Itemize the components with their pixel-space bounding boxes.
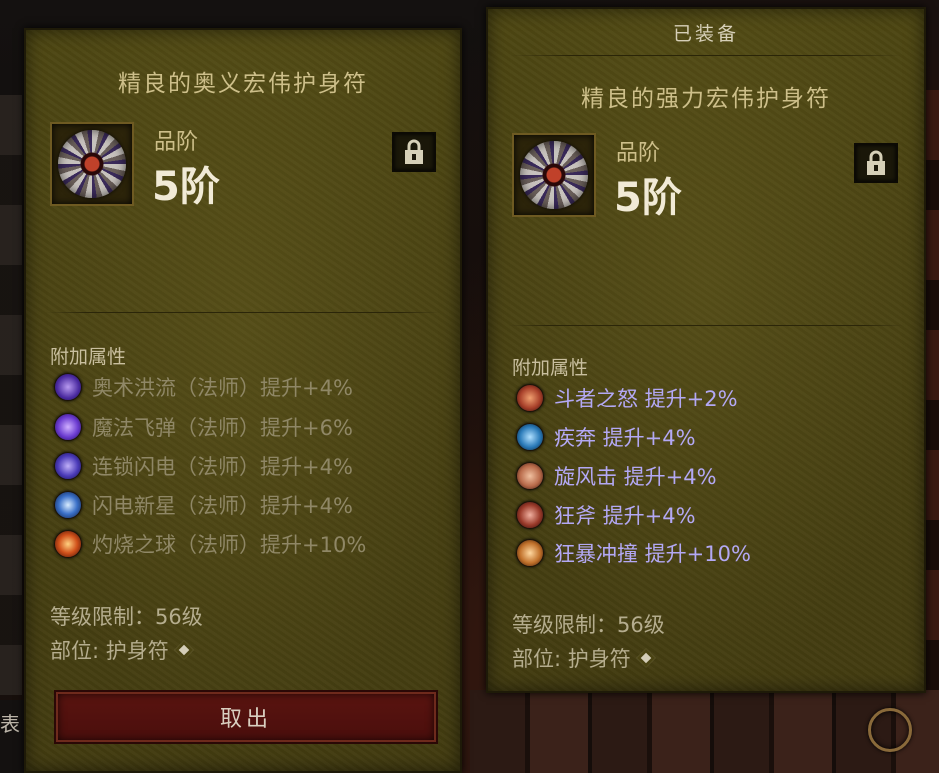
attribute-text: 灼烧之球（法师）提升+10% bbox=[92, 533, 367, 557]
equipped-label: 已装备 bbox=[672, 23, 739, 45]
attribute-row: 闪电新星（法师）提升+4% bbox=[54, 488, 353, 522]
rank-label: 品阶 bbox=[154, 130, 199, 155]
attribute-text: 狂暴冲撞 提升+10% bbox=[554, 542, 751, 566]
rank-value: 5阶 bbox=[614, 175, 682, 221]
item-icon-frame bbox=[50, 122, 134, 206]
magic-missile-icon bbox=[54, 413, 82, 441]
item-title: 精良的强力宏伟护身符 bbox=[581, 86, 831, 112]
arcane-torrent-icon bbox=[54, 373, 82, 401]
whirlwind-icon bbox=[516, 462, 544, 490]
slot-text: 部位: 护身符 bbox=[50, 639, 169, 663]
attribute-text: 魔法飞弹（法师）提升+6% bbox=[92, 416, 353, 440]
lock-button[interactable] bbox=[854, 143, 898, 183]
sprint-icon bbox=[516, 423, 544, 451]
game-scene: 表 精良的奥义宏伟护身符 品阶 5阶 附加属性 奥术洪流（法师）提升+4% 魔法… bbox=[0, 0, 939, 773]
slot-line: 部位: 护身符 bbox=[50, 635, 194, 665]
attribute-row: 狂斧 提升+4% bbox=[516, 498, 696, 532]
amulet-icon bbox=[520, 141, 588, 209]
attributes-label: 附加属性 bbox=[512, 357, 589, 379]
item-icon-frame bbox=[512, 133, 596, 217]
slot-text: 部位: 护身符 bbox=[512, 647, 631, 671]
chain-lightning-icon bbox=[54, 452, 82, 480]
amulet-slot-icon bbox=[174, 640, 194, 660]
attribute-text: 疾奔 提升+4% bbox=[554, 426, 696, 450]
attribute-row: 灼烧之球（法师）提升+10% bbox=[54, 527, 366, 561]
item-tooltip-candidate: 精良的奥义宏伟护身符 品阶 5阶 附加属性 奥术洪流（法师）提升+4% 魔法飞弹… bbox=[24, 28, 462, 773]
rank-label: 品阶 bbox=[616, 141, 661, 166]
attribute-text: 狂斧 提升+4% bbox=[554, 504, 696, 528]
background-tab-text: 表 bbox=[0, 712, 20, 736]
section-divider bbox=[46, 312, 440, 313]
amulet-icon bbox=[58, 130, 126, 198]
attribute-text: 闪电新星（法师）提升+4% bbox=[92, 494, 353, 518]
attribute-row: 斗者之怒 提升+2% bbox=[516, 381, 738, 415]
attribute-row: 疾奔 提升+4% bbox=[516, 420, 696, 454]
amulet-slot-icon bbox=[636, 648, 656, 668]
burning-orb-icon bbox=[54, 530, 82, 558]
attribute-row: 魔法飞弹（法师）提升+6% bbox=[54, 410, 353, 444]
attribute-text: 旋风击 提升+4% bbox=[554, 465, 717, 489]
attributes-label: 附加属性 bbox=[50, 346, 127, 368]
item-title: 精良的奥义宏伟护身符 bbox=[118, 71, 368, 97]
lightning-nova-icon bbox=[54, 491, 82, 519]
attribute-row: 连锁闪电（法师）提升+4% bbox=[54, 449, 353, 483]
lock-icon bbox=[405, 139, 423, 164]
slot-line: 部位: 护身符 bbox=[512, 643, 656, 673]
level-requirement: 等级限制：56级 bbox=[512, 613, 665, 637]
attribute-text: 奥术洪流（法师）提升+4% bbox=[92, 376, 353, 400]
frenzy-axe-icon bbox=[516, 501, 544, 529]
background-inventory-strip bbox=[0, 95, 22, 695]
level-requirement: 等级限制：56级 bbox=[50, 605, 203, 629]
attribute-row: 旋风击 提升+4% bbox=[516, 459, 717, 493]
section-divider bbox=[508, 325, 904, 326]
attribute-text: 连锁闪电（法师）提升+4% bbox=[92, 455, 353, 479]
berserk-charge-icon bbox=[516, 539, 544, 567]
equipment-slot-ring[interactable] bbox=[868, 708, 912, 752]
rank-value: 5阶 bbox=[152, 164, 220, 210]
lock-icon bbox=[867, 150, 885, 175]
take-out-button[interactable]: 取出 bbox=[54, 690, 438, 744]
attribute-text: 斗者之怒 提升+2% bbox=[554, 387, 738, 411]
lock-button[interactable] bbox=[392, 132, 436, 172]
fighters-rage-icon bbox=[516, 384, 544, 412]
attribute-row: 奥术洪流（法师）提升+4% bbox=[54, 370, 353, 404]
equipped-divider bbox=[510, 55, 902, 56]
item-tooltip-equipped: 已装备 精良的强力宏伟护身符 品阶 5阶 附加属性 斗者之怒 提升+2% 疾奔 … bbox=[486, 7, 926, 693]
attribute-row: 狂暴冲撞 提升+10% bbox=[516, 536, 751, 570]
